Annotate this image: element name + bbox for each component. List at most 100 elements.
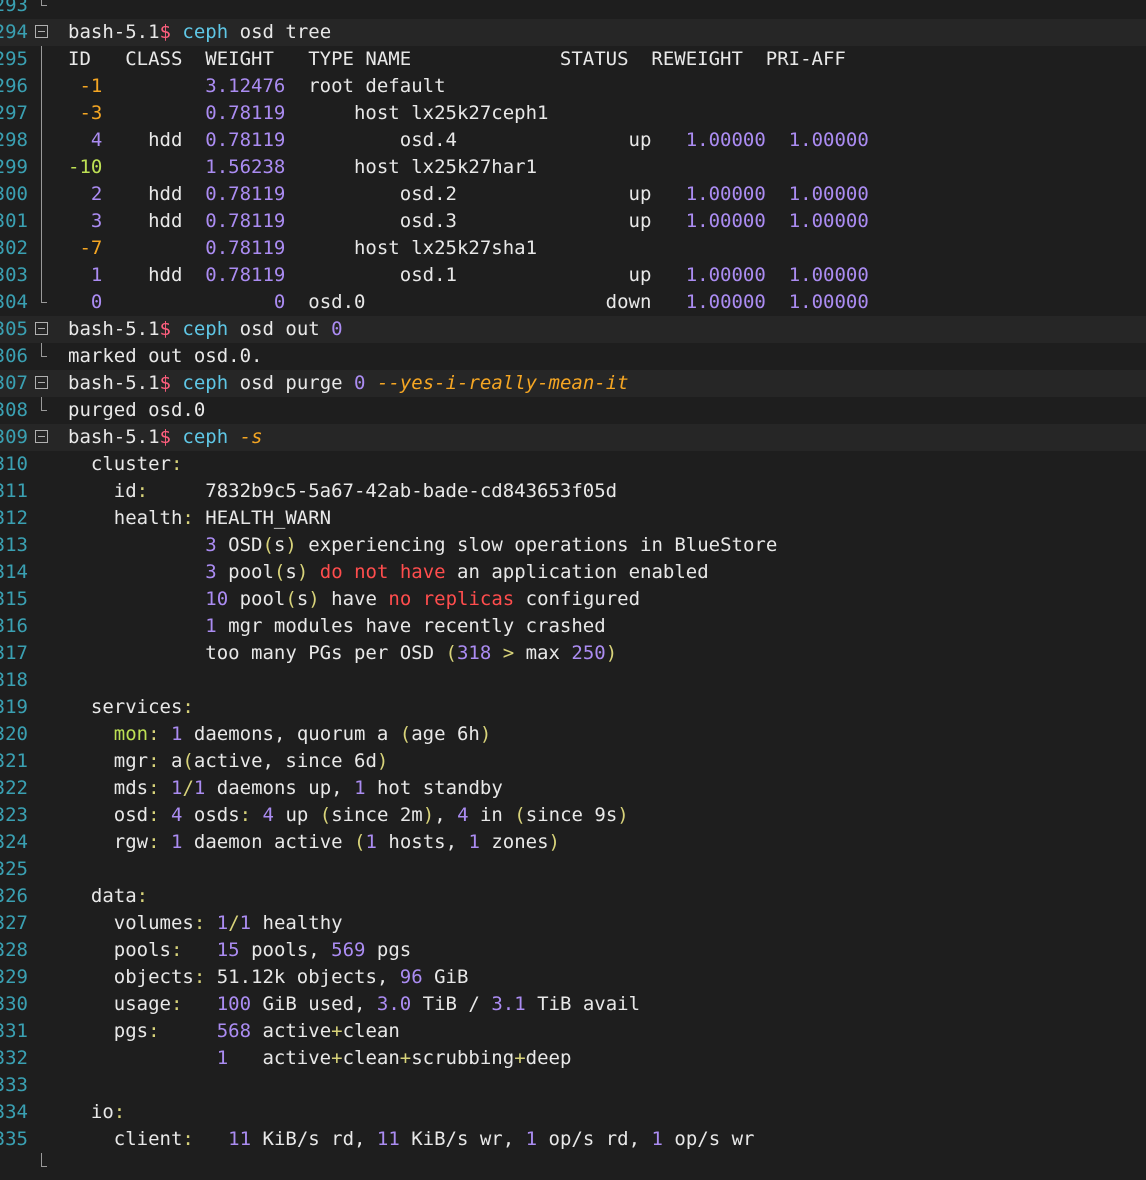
text-segment: 318 <box>456 642 492 664</box>
line-number: 334 <box>0 1099 30 1126</box>
text-segment: 0 <box>331 318 343 340</box>
fold-empty <box>35 721 49 748</box>
fold-end-icon <box>35 289 49 316</box>
text-segment: osd.0 down <box>285 291 686 313</box>
text-segment: OSD <box>216 534 263 556</box>
text-segment <box>766 210 789 232</box>
fold-empty <box>35 748 49 775</box>
fold-collapse-icon[interactable] <box>35 316 49 343</box>
text-segment: ) <box>617 804 629 826</box>
fold-guide-icon <box>35 73 49 100</box>
text-segment: ceph <box>182 372 229 394</box>
line-number: 294 <box>0 19 30 46</box>
output-line: 324 rgw: 1 daemon active (1 hosts, 1 zon… <box>0 829 1146 856</box>
line-content: data: <box>68 883 1146 910</box>
line-content: 1 active+clean+scrubbing+deep <box>68 1045 1146 1072</box>
text-segment: ) <box>479 723 492 745</box>
text-segment <box>171 372 182 394</box>
output-line: 300 2 hdd 0.78119 osd.2 up 1.00000 1.000… <box>0 181 1146 208</box>
text-segment: : <box>193 912 206 934</box>
text-segment: since 9s <box>525 804 618 826</box>
text-segment <box>171 426 182 448</box>
text-segment: : <box>113 1101 126 1123</box>
text-segment: 0.78119 <box>205 129 286 151</box>
text-segment: scrubbing <box>411 1047 515 1069</box>
line-number: 333 <box>0 1072 30 1099</box>
line-content: health: HEALTH_WARN <box>68 505 1146 532</box>
text-segment <box>102 75 205 97</box>
text-segment: : <box>182 507 194 529</box>
text-segment: s <box>296 588 309 610</box>
fold-guide-icon <box>35 235 49 262</box>
text-segment: + <box>514 1047 526 1069</box>
output-line: 308 purged osd.0 <box>0 397 1146 424</box>
text-segment: too many PGs per OSD <box>68 642 446 664</box>
text-segment: marked out osd.0. <box>68 345 263 367</box>
text-segment: 4 <box>68 129 103 151</box>
fold-collapse-icon[interactable] <box>35 424 49 451</box>
text-segment: 2 <box>68 183 103 205</box>
output-line: 329 objects: 51.12k objects, 96 GiB <box>0 964 1146 991</box>
line-number-text: 298 <box>0 129 28 151</box>
line-content: services: <box>68 694 1146 721</box>
text-segment: purged osd.0 <box>68 399 206 421</box>
text-segment: 0.78119 <box>205 237 286 259</box>
text-segment: hdd <box>102 210 206 232</box>
line-content: -1 3.12476 root default <box>68 73 1146 100</box>
fold-end-icon <box>35 397 49 424</box>
text-segment: osds <box>182 804 240 826</box>
line-content: volumes: 1/1 healthy <box>68 910 1146 937</box>
line-number: 321 <box>0 748 30 775</box>
text-segment: 0.78119 <box>205 183 286 205</box>
line-content: bash-5.1$ ceph osd out 0 <box>68 316 1146 343</box>
text-segment: 1 <box>216 1047 229 1069</box>
text-segment <box>102 102 205 124</box>
text-segment: ( <box>273 561 286 583</box>
fold-empty <box>35 613 49 640</box>
fold-end-icon <box>35 0 49 19</box>
line-content: 1 mgr modules have recently crashed <box>68 613 1146 640</box>
line-number-text: 313 <box>0 534 28 556</box>
fold-collapse-icon[interactable] <box>35 370 49 397</box>
line-content <box>68 1072 1146 1099</box>
line-number: 296 <box>0 73 30 100</box>
text-segment: daemons up, <box>205 777 355 799</box>
text-segment: 1.00000 <box>788 291 869 313</box>
text-segment: : <box>170 939 183 961</box>
fold-guide-icon <box>35 46 49 73</box>
text-segment: an application enabled <box>445 561 709 583</box>
text-segment: op/s rd, <box>537 1128 652 1150</box>
text-segment <box>766 183 789 205</box>
terminal-editor[interactable]: 293294bash-5.1$ ceph osd tree295ID CLASS… <box>0 0 1146 1180</box>
text-segment: 1 <box>170 831 183 853</box>
line-content <box>68 667 1146 694</box>
text-segment: 1 <box>205 615 217 637</box>
line-content: purged osd.0 <box>68 397 1146 424</box>
text-segment: rgw <box>68 831 149 853</box>
line-number: 316 <box>0 613 30 640</box>
line-number: 322 <box>0 775 30 802</box>
output-line: 335 client: 11 KiB/s rd, 11 KiB/s wr, 1 … <box>0 1126 1146 1153</box>
fold-guide-icon <box>35 154 49 181</box>
text-segment: ( <box>182 750 194 772</box>
output-line: 314 3 pool(s) do not have an application… <box>0 559 1146 586</box>
output-line: 328 pools: 15 pools, 569 pgs <box>0 937 1146 964</box>
line-number: 305 <box>0 316 30 343</box>
fold-collapse-icon[interactable] <box>35 19 49 46</box>
line-number: 327 <box>0 910 30 937</box>
text-segment <box>766 129 789 151</box>
output-line: 311 id: 7832b9c5-5a67-42ab-bade-cd843653… <box>0 478 1146 505</box>
text-segment: ceph <box>182 426 229 448</box>
line-number-text: 319 <box>0 696 28 718</box>
text-segment: volumes <box>68 912 194 934</box>
line-number-text: 326 <box>0 885 28 907</box>
output-line: 334 io: <box>0 1099 1146 1126</box>
text-segment: s <box>273 534 286 556</box>
fold-guide-icon <box>35 208 49 235</box>
text-segment <box>102 156 205 178</box>
output-line: 303 1 hdd 0.78119 osd.1 up 1.00000 1.000… <box>0 262 1146 289</box>
line-number-text: 317 <box>0 642 28 664</box>
text-segment: client <box>68 1128 183 1150</box>
text-segment: bash-5.1 <box>68 426 160 448</box>
line-content <box>68 856 1146 883</box>
